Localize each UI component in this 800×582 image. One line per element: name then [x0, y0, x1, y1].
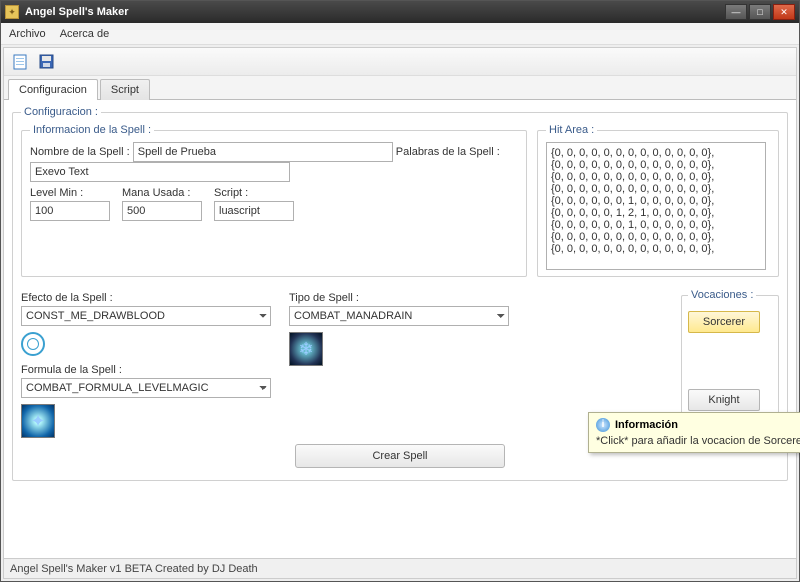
tooltip-info: i Información *Click* para añadir la voc… — [588, 412, 800, 453]
info-icon: i — [596, 418, 610, 432]
select-effect[interactable]: CONST_ME_DRAWBLOOD — [21, 306, 271, 326]
tooltip-body: *Click* para añadir la vocacion de Sorce… — [596, 435, 800, 447]
group-config-legend: Configuracion : — [21, 106, 101, 118]
input-script[interactable] — [214, 201, 294, 221]
formula-preview-icon: ✦ — [21, 404, 55, 438]
group-vocations-legend: Vocaciones : — [688, 289, 756, 301]
label-spell-words: Palabras de la Spell : — [396, 146, 500, 158]
tab-panel-config: Configuracion : Informacion de la Spell … — [4, 100, 796, 558]
save-icon[interactable] — [38, 54, 54, 70]
maximize-button[interactable]: □ — [749, 4, 771, 20]
app-window: ✦ Angel Spell's Maker — □ ✕ Archivo Acer… — [0, 0, 800, 582]
minimize-button[interactable]: — — [725, 4, 747, 20]
app-icon: ✦ — [5, 5, 19, 19]
input-level-min[interactable] — [30, 201, 110, 221]
hit-area-box[interactable]: {0, 0, 0, 0, 0, 0, 0, 0, 0, 0, 0, 0, 0},… — [546, 142, 766, 270]
effect-preview-icon — [21, 332, 45, 356]
group-spell-info-legend: Informacion de la Spell : — [30, 124, 154, 136]
type-preview-icon: ❄ — [289, 332, 323, 366]
titlebar[interactable]: ✦ Angel Spell's Maker — □ ✕ — [1, 1, 799, 23]
group-vocations: Vocaciones : Sorcerer Knight — [681, 289, 779, 422]
input-mana[interactable] — [122, 201, 202, 221]
label-effect: Efecto de la Spell : — [21, 292, 271, 304]
status-bar: Angel Spell's Maker v1 BETA Created by D… — [4, 558, 796, 578]
select-type[interactable]: COMBAT_MANADRAIN — [289, 306, 509, 326]
tabstrip: Configuracion Script — [4, 76, 796, 100]
label-type: Tipo de Spell : — [289, 292, 509, 304]
window-title: Angel Spell's Maker — [25, 6, 725, 18]
tab-script[interactable]: Script — [100, 79, 150, 100]
label-level-min: Level Min : — [30, 187, 110, 199]
label-spell-name: Nombre de la Spell : — [30, 146, 130, 158]
menu-about[interactable]: Acerca de — [60, 28, 110, 40]
menu-file[interactable]: Archivo — [9, 28, 46, 40]
select-formula[interactable]: COMBAT_FORMULA_LEVELMAGIC — [21, 378, 271, 398]
vocation-knight-button[interactable]: Knight — [688, 389, 760, 411]
tooltip-title: Información — [615, 419, 678, 431]
new-file-icon[interactable] — [12, 54, 28, 70]
input-spell-words[interactable] — [30, 162, 290, 182]
group-spell-info: Informacion de la Spell : Nombre de la S… — [21, 124, 527, 277]
client-area: Configuracion Script Configuracion : Inf… — [3, 47, 797, 579]
create-spell-button[interactable]: Crear Spell — [295, 444, 505, 468]
menubar: Archivo Acerca de — [1, 23, 799, 45]
group-hit-area: Hit Area : {0, 0, 0, 0, 0, 0, 0, 0, 0, 0… — [537, 124, 779, 277]
label-script: Script : — [214, 187, 294, 199]
close-button[interactable]: ✕ — [773, 4, 795, 20]
group-hit-area-legend: Hit Area : — [546, 124, 597, 136]
label-mana: Mana Usada : — [122, 187, 202, 199]
vocation-sorcerer-button[interactable]: Sorcerer — [688, 311, 760, 333]
toolbar — [4, 48, 796, 76]
input-spell-name[interactable] — [133, 142, 393, 162]
tab-config[interactable]: Configuracion — [8, 79, 98, 100]
label-formula: Formula de la Spell : — [21, 364, 271, 376]
